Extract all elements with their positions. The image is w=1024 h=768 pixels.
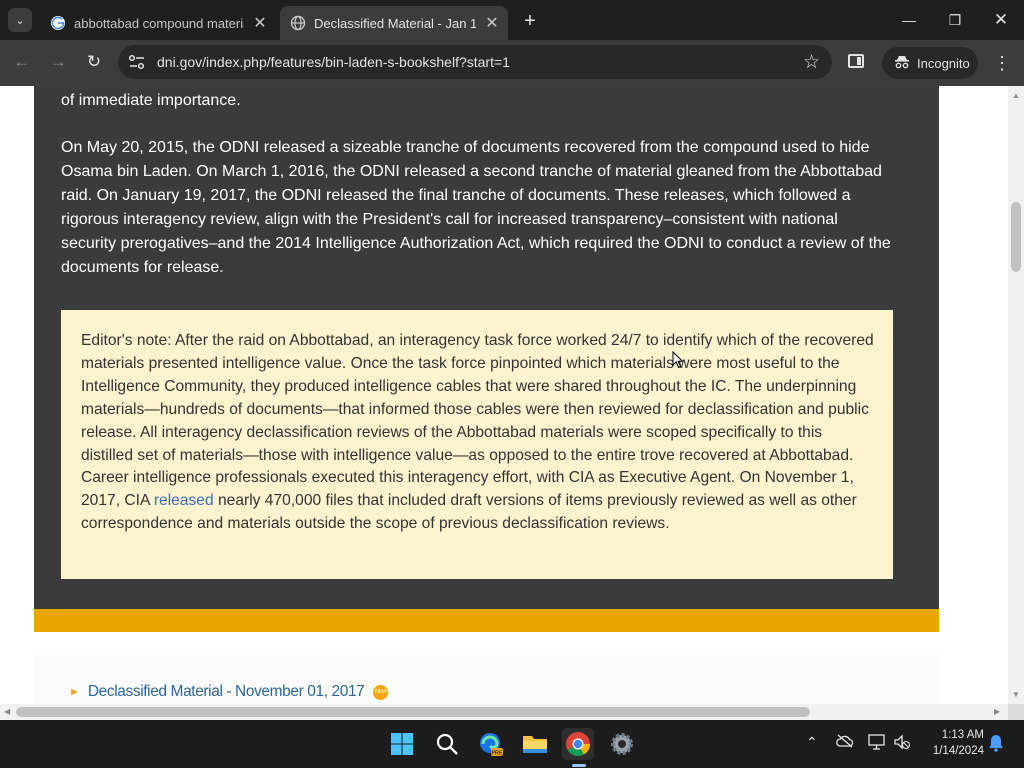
incognito-indicator[interactable]: Incognito — [882, 47, 978, 79]
browser-toolbar: ← → ↻ dni.gov/index.php/features/bin-lad… — [0, 40, 1024, 86]
mouse-cursor-icon — [672, 351, 684, 369]
tab-search-button[interactable]: ⌄ — [8, 8, 32, 32]
show-hidden-icons-chevron-icon[interactable]: ⌃ — [806, 734, 818, 751]
restore-button[interactable]: ❐ — [932, 6, 978, 34]
more-menu-icon[interactable]: ⋮ — [993, 53, 1011, 73]
declassified-material-link[interactable]: Declassified Material - November 01, 201… — [88, 683, 365, 701]
intro-paragraph-end: of immediate importance. — [61, 92, 241, 109]
svg-text:PRE: PRE — [491, 751, 503, 757]
scroll-left-icon[interactable]: ◀ — [4, 707, 10, 716]
vertical-scroll-thumb[interactable] — [1011, 202, 1021, 272]
network-display-icon[interactable] — [868, 734, 886, 753]
page-viewport: of immediate importance. On May 20, 2015… — [0, 86, 1008, 704]
address-bar[interactable]: dni.gov/index.php/features/bin-laden-s-b… — [118, 45, 832, 79]
section-divider-bar — [34, 609, 939, 632]
google-icon — [50, 15, 66, 31]
reload-button[interactable]: ↻ — [80, 48, 108, 76]
note-text-part: Editor's note: After the raid on Abbotta… — [81, 332, 874, 510]
tab-strip: ⌄ abbottabad compound materia ✕ Declassi… — [0, 0, 1024, 40]
horizontal-scrollbar[interactable]: ◀ ▶ — [0, 704, 1008, 720]
notification-bell-icon[interactable] — [988, 734, 1004, 755]
incognito-label: Incognito — [917, 55, 970, 71]
clock-time: 1:13 AM — [941, 729, 984, 741]
scrollbar-corner — [1008, 704, 1024, 720]
back-button[interactable]: ← — [8, 48, 36, 76]
minimize-button[interactable]: — — [886, 6, 932, 34]
side-panel-icon[interactable] — [848, 54, 864, 68]
scroll-right-icon[interactable]: ▶ — [994, 707, 1000, 716]
globe-icon — [290, 15, 306, 31]
new-tab-button[interactable]: + — [518, 9, 542, 33]
vertical-scrollbar[interactable]: ▲ ▼ — [1008, 86, 1024, 704]
scroll-up-icon[interactable]: ▲ — [1012, 91, 1020, 100]
horizontal-scroll-thumb[interactable] — [16, 707, 810, 717]
volume-muted-icon[interactable] — [893, 734, 911, 753]
scroll-down-icon[interactable]: ▼ — [1012, 690, 1020, 699]
arrow-right-icon: ► — [69, 686, 80, 698]
onedrive-cloud-icon[interactable] — [836, 734, 854, 751]
url-text: dni.gov/index.php/features/bin-laden-s-b… — [157, 54, 510, 70]
new-badge-icon: NEW — [373, 684, 389, 700]
close-window-button[interactable]: ✕ — [978, 6, 1024, 34]
search-icon[interactable] — [431, 728, 463, 760]
release-history-paragraph: On May 20, 2015, the ODNI released a siz… — [61, 139, 891, 276]
site-info-icon[interactable] — [128, 54, 146, 70]
close-icon[interactable]: ✕ — [482, 13, 502, 33]
incognito-icon — [894, 55, 910, 72]
file-explorer-icon[interactable] — [519, 728, 551, 760]
tab-google-search[interactable]: abbottabad compound materia ✕ — [40, 6, 276, 40]
editors-note-text: Editor's note: After the raid on Abbotta… — [81, 330, 877, 536]
bookmark-star-icon[interactable]: ☆ — [803, 51, 820, 74]
clock-date: 1/14/2024 — [932, 745, 984, 757]
system-clock[interactable]: 1:13 AM 1/14/2024 — [924, 727, 984, 759]
chrome-taskbar-icon[interactable] — [562, 728, 594, 760]
tab-title: Declassified Material - Jan 19, 2 — [314, 15, 476, 31]
windows-start-icon[interactable] — [386, 728, 418, 760]
windows-taskbar: PRE ⌃ 1:13 AM 1/14/2024 — [0, 720, 1024, 768]
released-link[interactable]: released — [154, 492, 214, 509]
forward-button[interactable]: → — [44, 48, 72, 76]
tab-title: abbottabad compound materia — [74, 15, 244, 31]
tab-declassified-material[interactable]: Declassified Material - Jan 19, 2 ✕ — [280, 6, 508, 40]
settings-gear-icon[interactable] — [606, 728, 638, 760]
active-app-indicator — [572, 764, 586, 767]
declassified-item[interactable]: ► Declassified Material - November 01, 2… — [69, 683, 389, 701]
editors-note-box: Editor's note: After the raid on Abbotta… — [61, 310, 893, 579]
close-icon[interactable]: ✕ — [250, 13, 270, 33]
edge-beta-icon[interactable]: PRE — [475, 728, 507, 760]
